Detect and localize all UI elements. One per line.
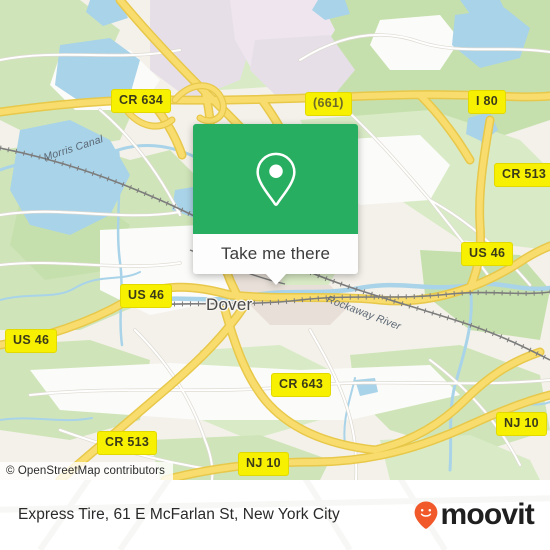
moovit-smiley-pin-icon xyxy=(415,501,438,529)
destination-callout[interactable]: Take me there xyxy=(193,124,358,285)
callout-tail xyxy=(264,273,287,285)
callout-pin-panel xyxy=(193,124,358,234)
map-screenshot: .land{fill:#f4f1ea} .green{fill:#cfe5b9}… xyxy=(0,0,550,550)
destination-address: Express Tire, 61 E McFarlan St, New York… xyxy=(18,506,340,523)
road-shield-us-46-center[interactable]: US 46 xyxy=(120,284,173,308)
road-shield-cr-643[interactable]: CR 643 xyxy=(271,373,332,397)
road-shield-us-46-right[interactable]: US 46 xyxy=(461,242,514,266)
road-shield-nj-10-bottom[interactable]: NJ 10 xyxy=(238,452,289,476)
bottom-info-bar: Express Tire, 61 E McFarlan St, New York… xyxy=(0,480,550,550)
osm-attribution[interactable]: © OpenStreetMap contributors xyxy=(0,462,173,480)
road-shield-cr-513-right[interactable]: CR 513 xyxy=(494,163,550,187)
location-pin-icon xyxy=(255,152,296,206)
callout-action-panel[interactable]: Take me there xyxy=(193,234,358,285)
road-shield-i-80[interactable]: I 80 xyxy=(468,90,507,114)
moovit-wordmark: moovit xyxy=(440,498,534,531)
road-shield-cr-634[interactable]: CR 634 xyxy=(111,89,172,113)
moovit-logo[interactable]: moovit xyxy=(414,498,535,531)
road-shield-661[interactable]: (661) xyxy=(305,92,352,116)
road-shield-nj-10-right[interactable]: NJ 10 xyxy=(496,412,547,436)
road-shield-cr-513-bottom[interactable]: CR 513 xyxy=(97,431,158,455)
take-me-there-label: Take me there xyxy=(220,244,331,263)
map-place-label-dover: Dover xyxy=(206,295,253,314)
road-shield-us-46-left[interactable]: US 46 xyxy=(5,329,58,353)
